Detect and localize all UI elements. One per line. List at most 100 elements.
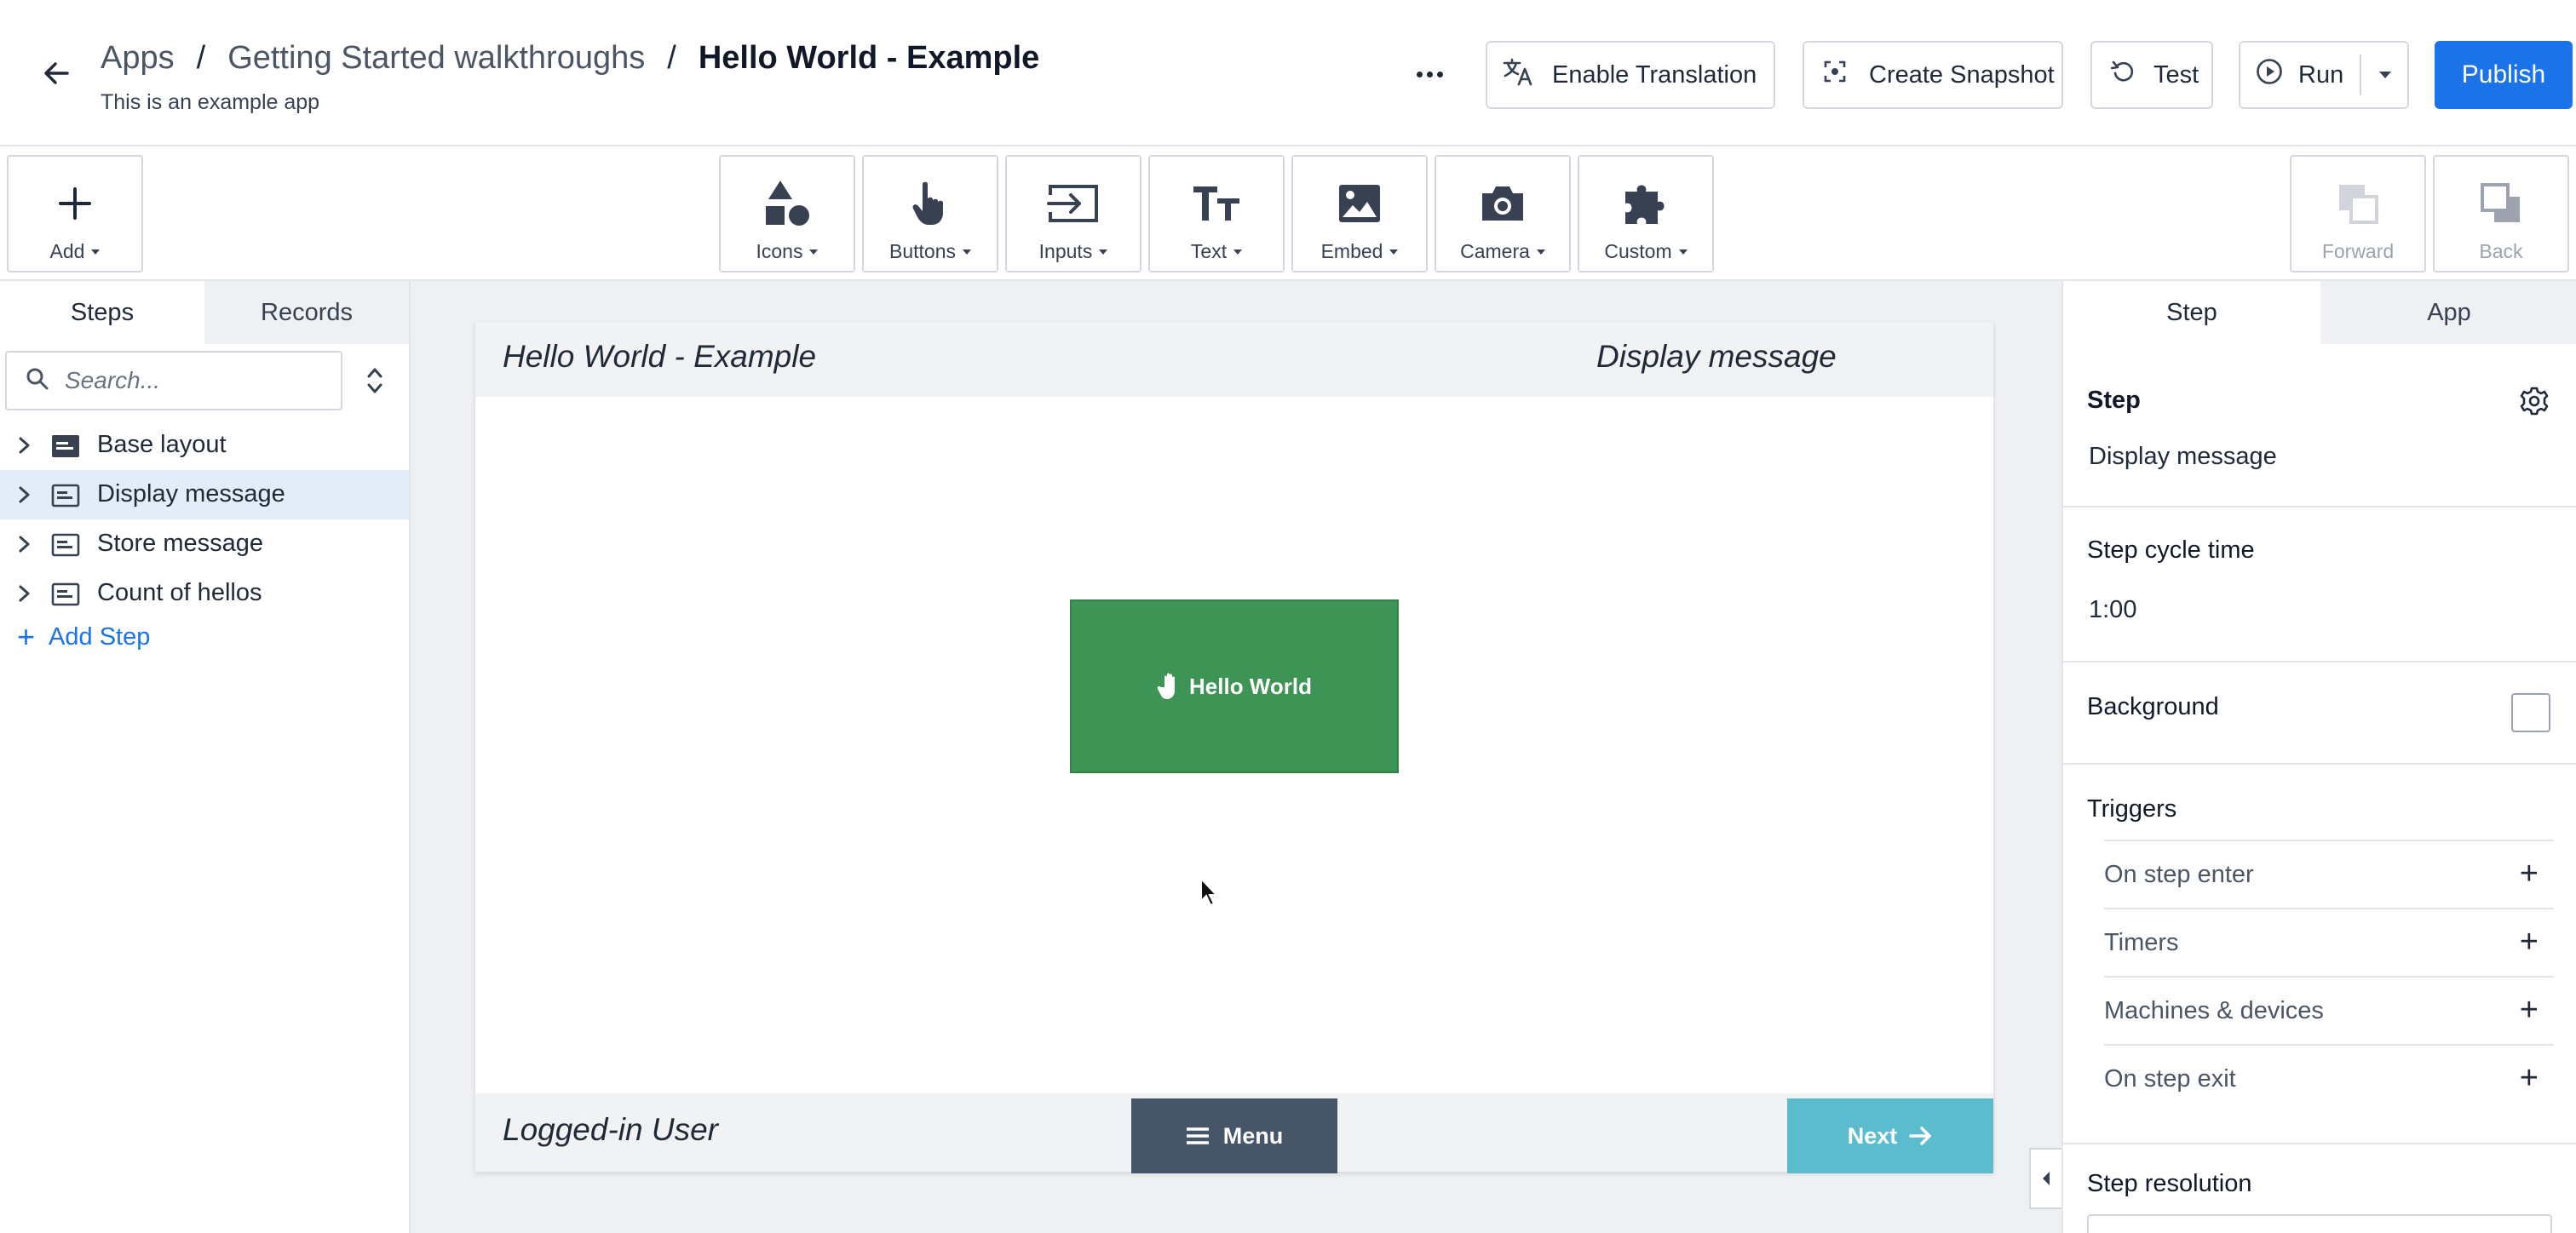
preview-header: Hello World - Example Display message — [475, 322, 1993, 397]
tab-app[interactable]: App — [2320, 281, 2576, 344]
hello-world-button[interactable]: Hello World — [1070, 599, 1399, 773]
run-options-dropdown[interactable] — [2361, 43, 2409, 107]
app-header: Apps / Getting Started walkthroughs / He… — [0, 0, 2576, 146]
hello-world-label: Hello World — [1189, 673, 1312, 699]
hamburger-icon — [1186, 1127, 1209, 1144]
text-widget-button[interactable]: Text — [1148, 155, 1285, 272]
plus-icon: + — [17, 619, 36, 654]
trigger-label: On step exit — [2104, 1064, 2236, 1092]
tab-step[interactable]: Step — [2063, 281, 2320, 344]
forward-label: Forward — [2321, 240, 2395, 262]
gear-icon[interactable] — [2520, 387, 2549, 416]
step-icon — [51, 533, 80, 557]
chevron-down-icon — [809, 249, 819, 255]
step-list: Base layout Display message Store messag… — [0, 421, 409, 618]
trigger-on-step-exit[interactable]: On step exit + — [2104, 1044, 2554, 1112]
back-arrow-icon[interactable] — [37, 58, 75, 89]
steps-panel: Steps Records Base layout Display messag… — [0, 281, 411, 1233]
buttons-widget-button[interactable]: Buttons — [862, 155, 998, 272]
step-item-store-message[interactable]: Store message — [0, 519, 409, 569]
chevron-down-icon — [963, 249, 971, 255]
run-button[interactable]: Run — [2239, 41, 2409, 109]
background-color-swatch[interactable] — [2511, 693, 2550, 732]
embed-widget-button[interactable]: Embed — [1291, 155, 1428, 272]
add-button[interactable]: Add — [7, 155, 143, 272]
translate-icon — [1503, 57, 1535, 93]
test-button[interactable]: Test — [2090, 41, 2213, 109]
camera-widget-button[interactable]: Camera — [1435, 155, 1571, 272]
app-description: This is an example app — [101, 90, 320, 114]
properties-panel: Step App Step Display message Step cycle… — [2061, 281, 2576, 1233]
camera-label: Camera — [1460, 240, 1530, 262]
next-button[interactable]: Next — [1787, 1098, 1993, 1173]
text-label: Text — [1190, 240, 1228, 262]
menu-button[interactable]: Menu — [1131, 1098, 1337, 1173]
chevron-right-icon[interactable] — [15, 584, 32, 603]
collapse-right-panel-icon[interactable] — [2029, 1148, 2061, 1209]
preview-app-title[interactable]: Hello World - Example — [503, 339, 816, 375]
back-button[interactable]: Back — [2433, 155, 2569, 272]
enable-translation-button[interactable]: Enable Translation — [1486, 41, 1775, 109]
left-tabs: Steps Records — [0, 281, 409, 344]
trigger-label: Timers — [2104, 928, 2179, 956]
app-preview-screen: Hello World - Example Display message He… — [475, 322, 1993, 1173]
plus-icon[interactable]: + — [2520, 1061, 2539, 1095]
inputs-widget-button[interactable]: Inputs — [1005, 155, 1141, 272]
plus-icon[interactable]: + — [2520, 925, 2539, 959]
chevron-down-icon — [1678, 249, 1688, 255]
add-step-label: Add Step — [49, 622, 151, 651]
trigger-timers[interactable]: Timers + — [2104, 908, 2554, 976]
preview-footer: Logged-in User Menu Next — [475, 1093, 1993, 1173]
create-snapshot-button[interactable]: Create Snapshot — [1803, 41, 2063, 109]
step-resolution-field[interactable] — [2087, 1214, 2552, 1233]
puzzle-icon — [1579, 179, 1712, 228]
bring-forward-icon — [2291, 179, 2424, 228]
step-label: Count of hellos — [97, 579, 262, 606]
breadcrumb-folder[interactable]: Getting Started walkthroughs — [227, 36, 645, 80]
forward-button[interactable]: Forward — [2290, 155, 2426, 272]
step-resolution-label: Step resolution — [2087, 1170, 2252, 1197]
chevron-down-icon — [1099, 249, 1108, 255]
plus-icon — [9, 179, 141, 228]
chevron-right-icon[interactable] — [15, 436, 32, 455]
step-item-display-message[interactable]: Display message — [0, 470, 409, 519]
preview-step-title[interactable]: Display message — [1596, 339, 1837, 375]
breadcrumb-separator: / — [667, 40, 676, 76]
more-options-icon[interactable] — [1407, 53, 1452, 95]
step-name-field[interactable]: Display message — [2089, 443, 2277, 471]
step-search-box[interactable] — [5, 351, 342, 410]
search-input[interactable] — [65, 367, 320, 394]
step-label: Base layout — [97, 431, 227, 458]
custom-widget-button[interactable]: Custom — [1578, 155, 1714, 272]
plus-icon[interactable]: + — [2520, 857, 2539, 891]
trigger-on-step-enter[interactable]: On step enter + — [2104, 840, 2554, 908]
tab-records[interactable]: Records — [204, 281, 409, 344]
mouse-cursor-icon — [1200, 877, 1219, 907]
chevron-right-icon[interactable] — [15, 485, 32, 504]
plus-icon[interactable]: + — [2520, 993, 2539, 1027]
triggers-label: Triggers — [2087, 795, 2177, 823]
chevron-right-icon[interactable] — [15, 535, 32, 553]
trigger-machines-devices[interactable]: Machines & devices + — [2104, 976, 2554, 1044]
step-label: Store message — [97, 530, 264, 557]
logged-in-user-label[interactable]: Logged-in User — [503, 1112, 718, 1148]
base-layout-icon — [52, 435, 79, 457]
add-step-button[interactable]: + Add Step — [17, 622, 150, 652]
step-item-count-of-hellos[interactable]: Count of hellos — [0, 569, 409, 618]
back-label: Back — [2479, 240, 2523, 262]
breadcrumb-apps[interactable]: Apps — [101, 36, 175, 80]
page-title: Hello World - Example — [698, 40, 1040, 76]
step-cycle-time-field[interactable]: 1:00 — [2089, 596, 2136, 624]
run-label: Run — [2298, 60, 2344, 89]
publish-button[interactable]: Publish — [2435, 41, 2573, 109]
play-circle-icon — [2256, 58, 2283, 92]
expand-collapse-icon[interactable] — [358, 359, 392, 402]
divider — [2063, 1143, 2576, 1144]
step-heading: Step — [2087, 387, 2141, 414]
trigger-label: Machines & devices — [2104, 996, 2324, 1024]
divider — [2063, 661, 2576, 662]
step-item-base-layout[interactable]: Base layout — [0, 421, 409, 470]
chevron-down-icon — [1389, 249, 1399, 255]
icons-widget-button[interactable]: Icons — [719, 155, 855, 272]
tab-steps[interactable]: Steps — [0, 281, 204, 344]
